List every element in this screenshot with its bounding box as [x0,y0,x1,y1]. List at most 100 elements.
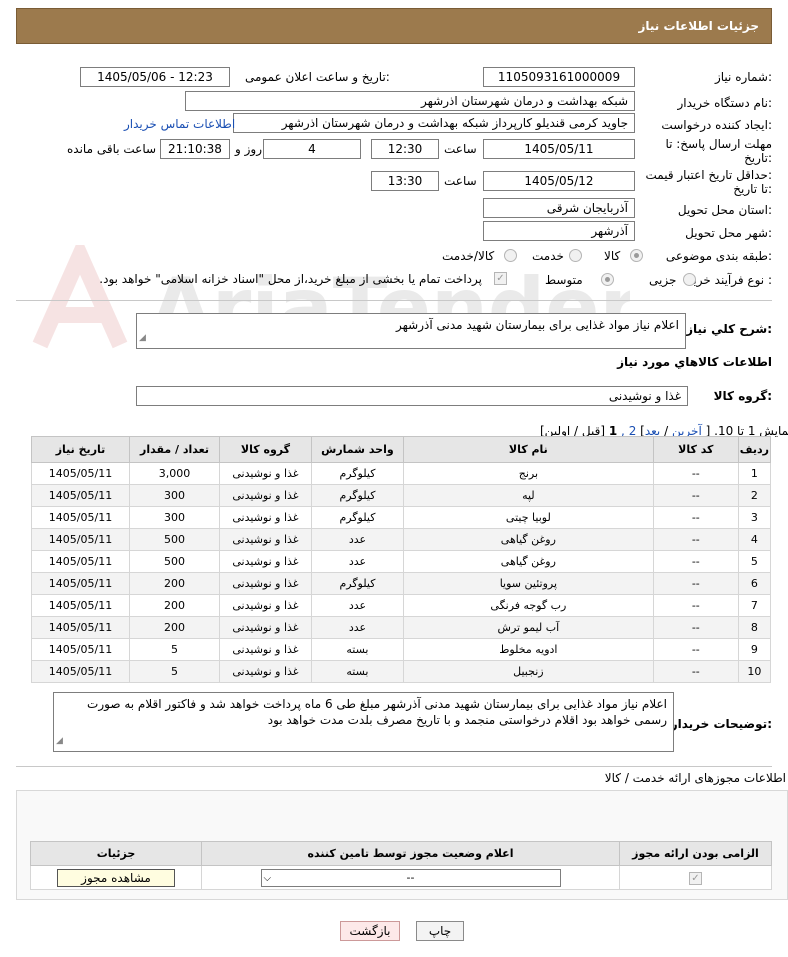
permit-status-value: -- [406,870,415,884]
category-option-service: خدمت [532,249,564,263]
cell-group: غذا و نوشیدنی [218,616,312,639]
cell-item-code: -- [652,506,739,529]
cell-item-code: -- [652,572,739,595]
table-row: 1 -- برنج کیلوگرم غذا و نوشیدنی 3,000 1405/05/… [30,462,772,485]
cell-group: غذا و نوشیدنی [218,660,312,683]
treasury-payment-checkbox[interactable]: ✓ [494,272,507,285]
table-row: 10 -- زنجبیل بسته غذا و نوشیدنی 5 1405/05/11 [30,660,772,683]
cell-need-date: 1405/05/11 [30,660,131,683]
col-header-quantity: تعداد / مقدار [129,436,220,463]
remaining-time-field: 21:10:38 [160,139,230,159]
deadline-label-2: تاریخ: [744,151,772,165]
cell-need-date: 1405/05/11 [30,616,131,639]
cell-item-code: -- [652,528,739,551]
permits-col-details: جزئیات [30,841,202,866]
table-row: 8 -- آب لیمو ترش عدد غذا و نوشیدنی 200 1405/05… [30,616,772,639]
permit-required-checkbox[interactable]: ✓ [689,871,702,885]
page-header: جزئیات اطلاعات نیاز [16,8,772,44]
view-permit-button[interactable]: مشاهده مجوز [57,868,175,887]
cell-item-name: رب گوجه فرنگی [402,594,654,617]
permits-required-cell: ✓ [619,865,772,890]
col-header-code: کد کالا [652,436,739,463]
buyer-notes-label: توضیحات خریدار: [670,717,772,731]
cell-unit: عدد [310,528,404,551]
resize-handle-icon[interactable]: ◢ [139,330,146,346]
deadline-label-1: مهلت ارسال پاسخ: تا [665,137,772,151]
category-radio-both[interactable] [504,249,517,262]
cell-item-code: -- [652,660,739,683]
announce-field: 1405/05/06 - 12:23 [80,67,230,87]
permits-row: ✓ -- ⌵ مشاهده مجوز [30,865,772,890]
description-field: اعلام نیاز مواد غذایی برای بیمارستان شهی… [136,313,686,349]
cell-item-name: برنج [402,462,654,485]
cell-row-number: 8 [737,616,772,639]
cell-item-name: آب لیمو ترش [402,616,654,639]
days-label: روز و [235,142,262,156]
payment-note: پرداخت تمام یا بخشی از مبلغ خرید،از محل … [99,272,482,286]
process-option-medium: متوسط [545,273,583,287]
buyer-notes-field: اعلام نیاز مواد غذایی برای بیمارستان شهی… [53,692,674,752]
permits-table: الزامی بودن ارائه مجوز اعلام وضعیت مجوز … [30,841,772,890]
creator-label: ایجاد کننده درخواست: [661,118,772,132]
cell-row-number: 5 [737,550,772,573]
validity-time-field: 13:30 [371,171,439,191]
permit-status-select[interactable]: -- ⌵ [260,868,561,887]
goods-group-field: غذا و نوشیدنی [136,386,688,406]
category-radio-goods[interactable] [630,249,643,262]
col-header-row: ردیف [737,436,772,463]
cell-item-name: پروتئین سویا [402,572,654,595]
cell-item-name: روغن گیاهی [402,528,654,551]
goods-group-label: گروه کالا: [713,389,772,403]
category-radio-service[interactable] [569,249,582,262]
cell-unit: کیلوگرم [310,506,404,529]
cell-group: غذا و نوشیدنی [218,572,312,595]
cell-group: غذا و نوشیدنی [218,462,312,485]
cell-need-date: 1405/05/11 [30,594,131,617]
items-table: ردیف کد کالا نام کالا واحد شمارش گروه کا… [30,436,772,683]
cell-unit: بسته [310,660,404,683]
process-radio-medium[interactable] [601,273,614,286]
chevron-down-icon: ⌵ [263,872,272,884]
description-label: شرح کلي نياز: [686,322,772,336]
cell-quantity: 500 [129,528,220,551]
city-field: آذرشهر [483,221,635,241]
cell-unit: عدد [310,594,404,617]
cell-need-date: 1405/05/11 [30,462,131,485]
divider [16,300,772,301]
cell-item-code: -- [652,594,739,617]
cell-quantity: 300 [129,506,220,529]
buyer-contact-link[interactable]: اطلاعات تماس خریدار [124,117,235,131]
deadline-time-field: 12:30 [371,139,439,159]
cell-group: غذا و نوشیدنی [218,528,312,551]
divider [16,766,772,767]
city-label: شهر محل تحویل: [685,226,772,240]
resize-handle-icon[interactable]: ◢ [56,733,63,749]
print-button[interactable]: چاپ [416,921,464,941]
cell-row-number: 4 [737,528,772,551]
cell-need-date: 1405/05/11 [30,638,131,661]
permits-title: اطلاعات مجوزهای ارائه خدمت / کالا [604,771,786,785]
category-option-goods: کالا [604,249,621,263]
cell-need-date: 1405/05/11 [30,528,131,551]
process-label: نوع فرآیند خرید : [687,273,772,287]
cell-row-number: 6 [737,572,772,595]
cell-item-code: -- [652,616,739,639]
validity-time-label: ساعت [444,174,477,188]
back-button[interactable]: بازگشت [340,921,400,941]
cell-quantity: 200 [129,616,220,639]
page-title: جزئیات اطلاعات نیاز [638,19,759,33]
cell-item-code: -- [652,462,739,485]
table-row: 4 -- روغن گیاهی عدد غذا و نوشیدنی 500 1405/05/… [30,528,772,551]
permits-header-row: الزامی بودن ارائه مجوز اعلام وضعیت مجوز … [30,841,772,866]
category-label: طبقه بندی موضوعی: [665,249,772,263]
table-row: 5 -- روغن گیاهی عدد غذا و نوشیدنی 500 1405/05/… [30,550,772,573]
validity-label-1: حداقل تاریخ اعتبار قیمت: [645,168,772,182]
table-row: 3 -- لوبیا چیتی کیلوگرم غذا و نوشیدنی 300 1405… [30,506,772,529]
cell-unit: عدد [310,550,404,573]
process-radio-minor[interactable] [683,273,696,286]
permits-col-required: الزامی بودن ارائه مجوز [619,841,772,866]
table-row: 9 -- ادویه مخلوط بسته غذا و نوشیدنی 5 1405/05/… [30,638,772,661]
permits-status-cell: -- ⌵ [201,865,620,890]
deadline-time-label: ساعت [444,142,477,156]
cell-quantity: 500 [129,550,220,573]
